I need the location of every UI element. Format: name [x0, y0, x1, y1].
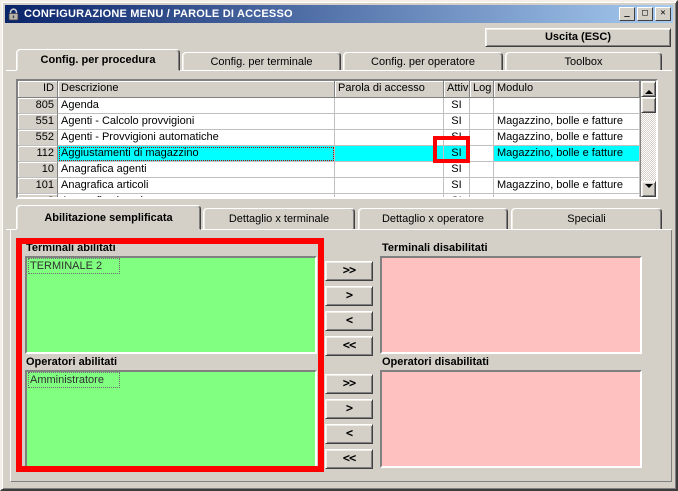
table-row[interactable]: 805 Agenda SI	[18, 98, 640, 114]
col-header-id[interactable]: ID	[18, 81, 58, 98]
tab-config-per-procedura[interactable]: Config. per procedura	[16, 49, 180, 71]
cell-id: 552	[18, 130, 58, 146]
move-all-left-button-2[interactable]: <<	[325, 449, 373, 469]
cell-log	[470, 178, 494, 194]
move-right-button[interactable]: >	[325, 286, 373, 306]
cell-modulo	[494, 194, 640, 197]
table-row[interactable]: 551 Agenti - Calcolo provvigioni SI Maga…	[18, 114, 640, 130]
cell-descrizione: Agenti - Calcolo provvigioni	[58, 114, 335, 130]
move-all-left-button[interactable]: <<	[325, 336, 373, 356]
cell-id: 10	[18, 162, 58, 178]
lock-icon	[7, 7, 20, 21]
table-row-selected[interactable]: 112 Aggiustamenti di magazzino SI Magazz…	[18, 146, 640, 162]
cell-id: 551	[18, 114, 58, 130]
table-row[interactable]: 101 Anagrafica articoli SI Magazzino, bo…	[18, 178, 640, 194]
col-header-parola[interactable]: Parola di accesso	[335, 81, 444, 98]
list-item[interactable]: Amministratore	[28, 372, 120, 388]
cell-log	[470, 98, 494, 114]
cell-log	[470, 146, 494, 162]
tab-toolbox[interactable]: Toolbox	[505, 52, 662, 71]
cell-log	[470, 114, 494, 130]
col-header-descrizione[interactable]: Descrizione	[58, 81, 335, 98]
tab-config-per-terminale[interactable]: Config. per terminale	[182, 52, 341, 71]
table-scrollbar[interactable]	[640, 81, 656, 197]
window-title: CONFIGURAZIONE MENU / PAROLE DI ACCESSO	[24, 8, 293, 20]
cell-descrizione: Anagrafica banche	[58, 194, 335, 197]
cell-attiv: SI	[444, 114, 470, 130]
cell-attiv: SI	[444, 194, 470, 197]
maximize-button[interactable]: □	[637, 7, 653, 21]
cell-parola	[335, 98, 444, 114]
table-row[interactable]: 10 Anagrafica agenti SI	[18, 162, 640, 178]
scroll-down-icon[interactable]	[641, 181, 656, 197]
col-header-modulo[interactable]: Modulo	[494, 81, 640, 98]
cell-attiv-highlighted: SI	[444, 146, 470, 162]
cell-descrizione: Anagrafica agenti	[58, 162, 335, 178]
cell-log	[470, 194, 494, 197]
cell-attiv: SI	[444, 178, 470, 194]
cell-descrizione: Anagrafica articoli	[58, 178, 335, 194]
table-body: ID Descrizione Parola di accesso Attiv L…	[18, 81, 640, 197]
move-all-right-button-2[interactable]: >>	[325, 374, 373, 394]
operatori-disabilitati-list[interactable]	[380, 370, 642, 468]
cell-parola	[335, 114, 444, 130]
cell-descrizione-focused: Aggiustamenti di magazzino	[58, 146, 335, 162]
cell-modulo: Magazzino, bolle e fatture	[494, 114, 640, 130]
tab-dettaglio-x-operatore[interactable]: Dettaglio x operatore	[358, 208, 508, 230]
list-item[interactable]: TERMINALE 2	[28, 258, 120, 274]
cell-descrizione: Agenti - Provvigioni automatiche	[58, 130, 335, 146]
cell-modulo: Magazzino, bolle e fatture	[494, 178, 640, 194]
table-header-row: ID Descrizione Parola di accesso Attiv L…	[18, 81, 640, 98]
cell-attiv: SI	[444, 162, 470, 178]
close-button[interactable]: ✕	[655, 7, 671, 21]
table-row-partial[interactable]: 9 Anagrafica banche SI	[18, 194, 640, 197]
cell-attiv: SI	[444, 130, 470, 146]
cell-attiv: SI	[444, 98, 470, 114]
cell-id: 112	[18, 146, 58, 162]
config-menu-window: CONFIGURAZIONE MENU / PAROLE DI ACCESSO …	[0, 0, 678, 491]
cell-parola	[335, 178, 444, 194]
tab-speciali[interactable]: Speciali	[511, 208, 662, 230]
move-left-button-2[interactable]: <	[325, 424, 373, 444]
minimize-button[interactable]: _	[619, 7, 635, 21]
cell-parola	[335, 146, 444, 162]
tab-abilitazione-semplificata[interactable]: Abilitazione semplificata	[16, 205, 201, 230]
cell-modulo	[494, 162, 640, 178]
cell-modulo: Magazzino, bolle e fatture	[494, 130, 640, 146]
exit-button[interactable]: Uscita (ESC)	[485, 28, 671, 47]
cell-parola	[335, 194, 444, 197]
cell-id: 9	[18, 194, 58, 197]
table-row[interactable]: 552 Agenti - Provvigioni automatiche SI …	[18, 130, 640, 146]
operatori-abilitati-label: Operatori abilitati	[26, 356, 118, 368]
cell-modulo: Magazzino, bolle e fatture	[494, 146, 640, 162]
cell-parola	[335, 162, 444, 178]
terminali-disabilitati-list[interactable]	[380, 256, 642, 354]
move-right-button-2[interactable]: >	[325, 399, 373, 419]
move-left-button[interactable]: <	[325, 311, 373, 331]
scroll-up-icon[interactable]	[641, 81, 656, 97]
cell-id: 101	[18, 178, 58, 194]
cell-parola	[335, 130, 444, 146]
terminali-disabilitati-label: Terminali disabilitati	[382, 242, 488, 254]
cell-log	[470, 162, 494, 178]
operatori-disabilitati-label: Operatori disabilitati	[382, 356, 489, 368]
terminali-abilitati-list[interactable]: TERMINALE 2	[25, 256, 317, 354]
terminali-abilitati-label: Terminali abilitati	[26, 242, 116, 254]
cell-id: 805	[18, 98, 58, 114]
col-header-log[interactable]: Log	[470, 81, 494, 98]
title-bar[interactable]: CONFIGURAZIONE MENU / PAROLE DI ACCESSO …	[5, 5, 673, 23]
cell-log	[470, 130, 494, 146]
col-header-attiv[interactable]: Attiv	[444, 81, 470, 98]
move-all-right-button[interactable]: >>	[325, 261, 373, 281]
cell-descrizione: Agenda	[58, 98, 335, 114]
operatori-abilitati-list[interactable]: Amministratore	[25, 370, 317, 468]
cell-modulo	[494, 98, 640, 114]
scrollbar-thumb[interactable]	[641, 97, 656, 113]
procedure-table: ID Descrizione Parola di accesso Attiv L…	[16, 79, 658, 199]
tab-dettaglio-x-terminale[interactable]: Dettaglio x terminale	[203, 208, 355, 230]
tab-config-per-operatore[interactable]: Config. per operatore	[343, 52, 503, 71]
